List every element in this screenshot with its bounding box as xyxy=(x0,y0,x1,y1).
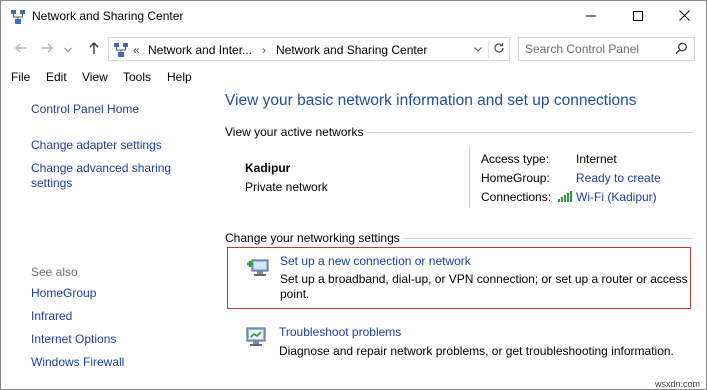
wifi-connection-link[interactable]: Wi-Fi (Kadipur) xyxy=(576,190,657,204)
search-box[interactable] xyxy=(518,37,695,61)
menu-view[interactable]: View xyxy=(82,70,108,84)
menu-file[interactable]: File xyxy=(11,70,30,84)
refresh-icon xyxy=(493,42,505,57)
menu-edit[interactable]: Edit xyxy=(46,70,67,84)
divider xyxy=(403,238,693,239)
up-button[interactable] xyxy=(84,39,104,59)
main-pane: View your basic network information and … xyxy=(219,89,706,389)
network-type[interactable]: Private network xyxy=(245,180,328,194)
divider xyxy=(365,132,693,133)
breadcrumb-network-sharing-center[interactable]: Network and Sharing Center xyxy=(276,43,427,57)
troubleshoot-task[interactable]: Troubleshoot problems Diagnose and repai… xyxy=(227,321,691,361)
windows-firewall-link[interactable]: Windows Firewall xyxy=(31,355,124,370)
wifi-signal-icon xyxy=(557,190,573,205)
setup-connection-task[interactable]: Set up a new connection or network Set u… xyxy=(227,247,691,309)
network-name: Kadipur xyxy=(245,161,291,175)
control-panel-home-link[interactable]: Control Panel Home xyxy=(31,102,139,117)
maximize-button[interactable] xyxy=(615,1,661,32)
troubleshoot-link[interactable]: Troubleshoot problems xyxy=(279,325,401,339)
minimize-icon xyxy=(586,10,596,24)
chevron-down-icon xyxy=(471,45,485,59)
back-arrow-icon xyxy=(14,42,28,57)
homegroup-ready-link[interactable]: Ready to create xyxy=(576,171,661,185)
navigation-bar: « Network and Inter... › Network and Sha… xyxy=(1,35,706,63)
breadcrumb-separator: › xyxy=(262,43,266,57)
troubleshoot-icon xyxy=(244,325,268,352)
forward-button[interactable] xyxy=(37,39,57,59)
address-dropdown[interactable] xyxy=(471,42,485,56)
setup-connection-description: Set up a broadband, dial-up, or VPN conn… xyxy=(280,272,688,301)
connections-label: Connections: xyxy=(481,190,552,204)
refresh-button[interactable] xyxy=(488,40,508,58)
menu-help[interactable]: Help xyxy=(167,70,192,84)
search-input[interactable] xyxy=(525,41,670,57)
troubleshoot-description: Diagnose and repair network problems, or… xyxy=(279,344,674,358)
maximize-icon xyxy=(633,10,643,24)
window-title: Network and Sharing Center xyxy=(32,9,184,23)
minimize-button[interactable] xyxy=(568,1,614,32)
homegroup-label: HomeGroup: xyxy=(481,171,550,185)
change-advanced-sharing-link[interactable]: Change advanced sharing settings xyxy=(31,161,191,191)
address-bar[interactable]: « Network and Inter... › Network and Sha… xyxy=(108,37,510,61)
access-type-label: Access type: xyxy=(481,152,550,166)
chevron-down-icon xyxy=(64,42,72,56)
homegroup-link[interactable]: HomeGroup xyxy=(31,286,96,301)
breadcrumb-network-internet[interactable]: Network and Inter... xyxy=(148,43,252,57)
recent-locations-button[interactable] xyxy=(61,39,75,59)
up-arrow-icon xyxy=(88,41,100,58)
new-connection-icon xyxy=(245,254,271,283)
internet-options-link[interactable]: Internet Options xyxy=(31,332,116,347)
back-button[interactable] xyxy=(11,39,31,59)
breadcrumb-overflow[interactable]: « xyxy=(133,43,140,57)
setup-connection-link[interactable]: Set up a new connection or network xyxy=(280,254,471,268)
title-bar: Network and Sharing Center xyxy=(1,1,706,32)
active-networks-label: View your active networks xyxy=(225,125,364,139)
divider xyxy=(469,146,470,208)
network-icon xyxy=(10,9,26,25)
forward-arrow-icon xyxy=(40,42,54,57)
close-icon xyxy=(678,9,690,24)
search-icon[interactable] xyxy=(675,42,688,58)
network-icon xyxy=(113,42,129,61)
menu-bar: File Edit View Tools Help xyxy=(1,67,706,89)
access-type-value: Internet xyxy=(576,152,617,166)
menu-tools[interactable]: Tools xyxy=(123,70,151,84)
left-pane: Control Panel Home Change adapter settin… xyxy=(1,89,219,389)
close-button[interactable] xyxy=(661,1,707,32)
watermark-text: wsxdn.com xyxy=(655,379,701,389)
page-title: View your basic network information and … xyxy=(225,92,637,109)
change-settings-label: Change your networking settings xyxy=(225,231,400,245)
window: Network and Sharing Center « Network and… xyxy=(0,0,707,390)
see-also-label: See also xyxy=(31,265,78,279)
change-adapter-settings-link[interactable]: Change adapter settings xyxy=(31,138,162,153)
infrared-link[interactable]: Infrared xyxy=(31,309,72,324)
